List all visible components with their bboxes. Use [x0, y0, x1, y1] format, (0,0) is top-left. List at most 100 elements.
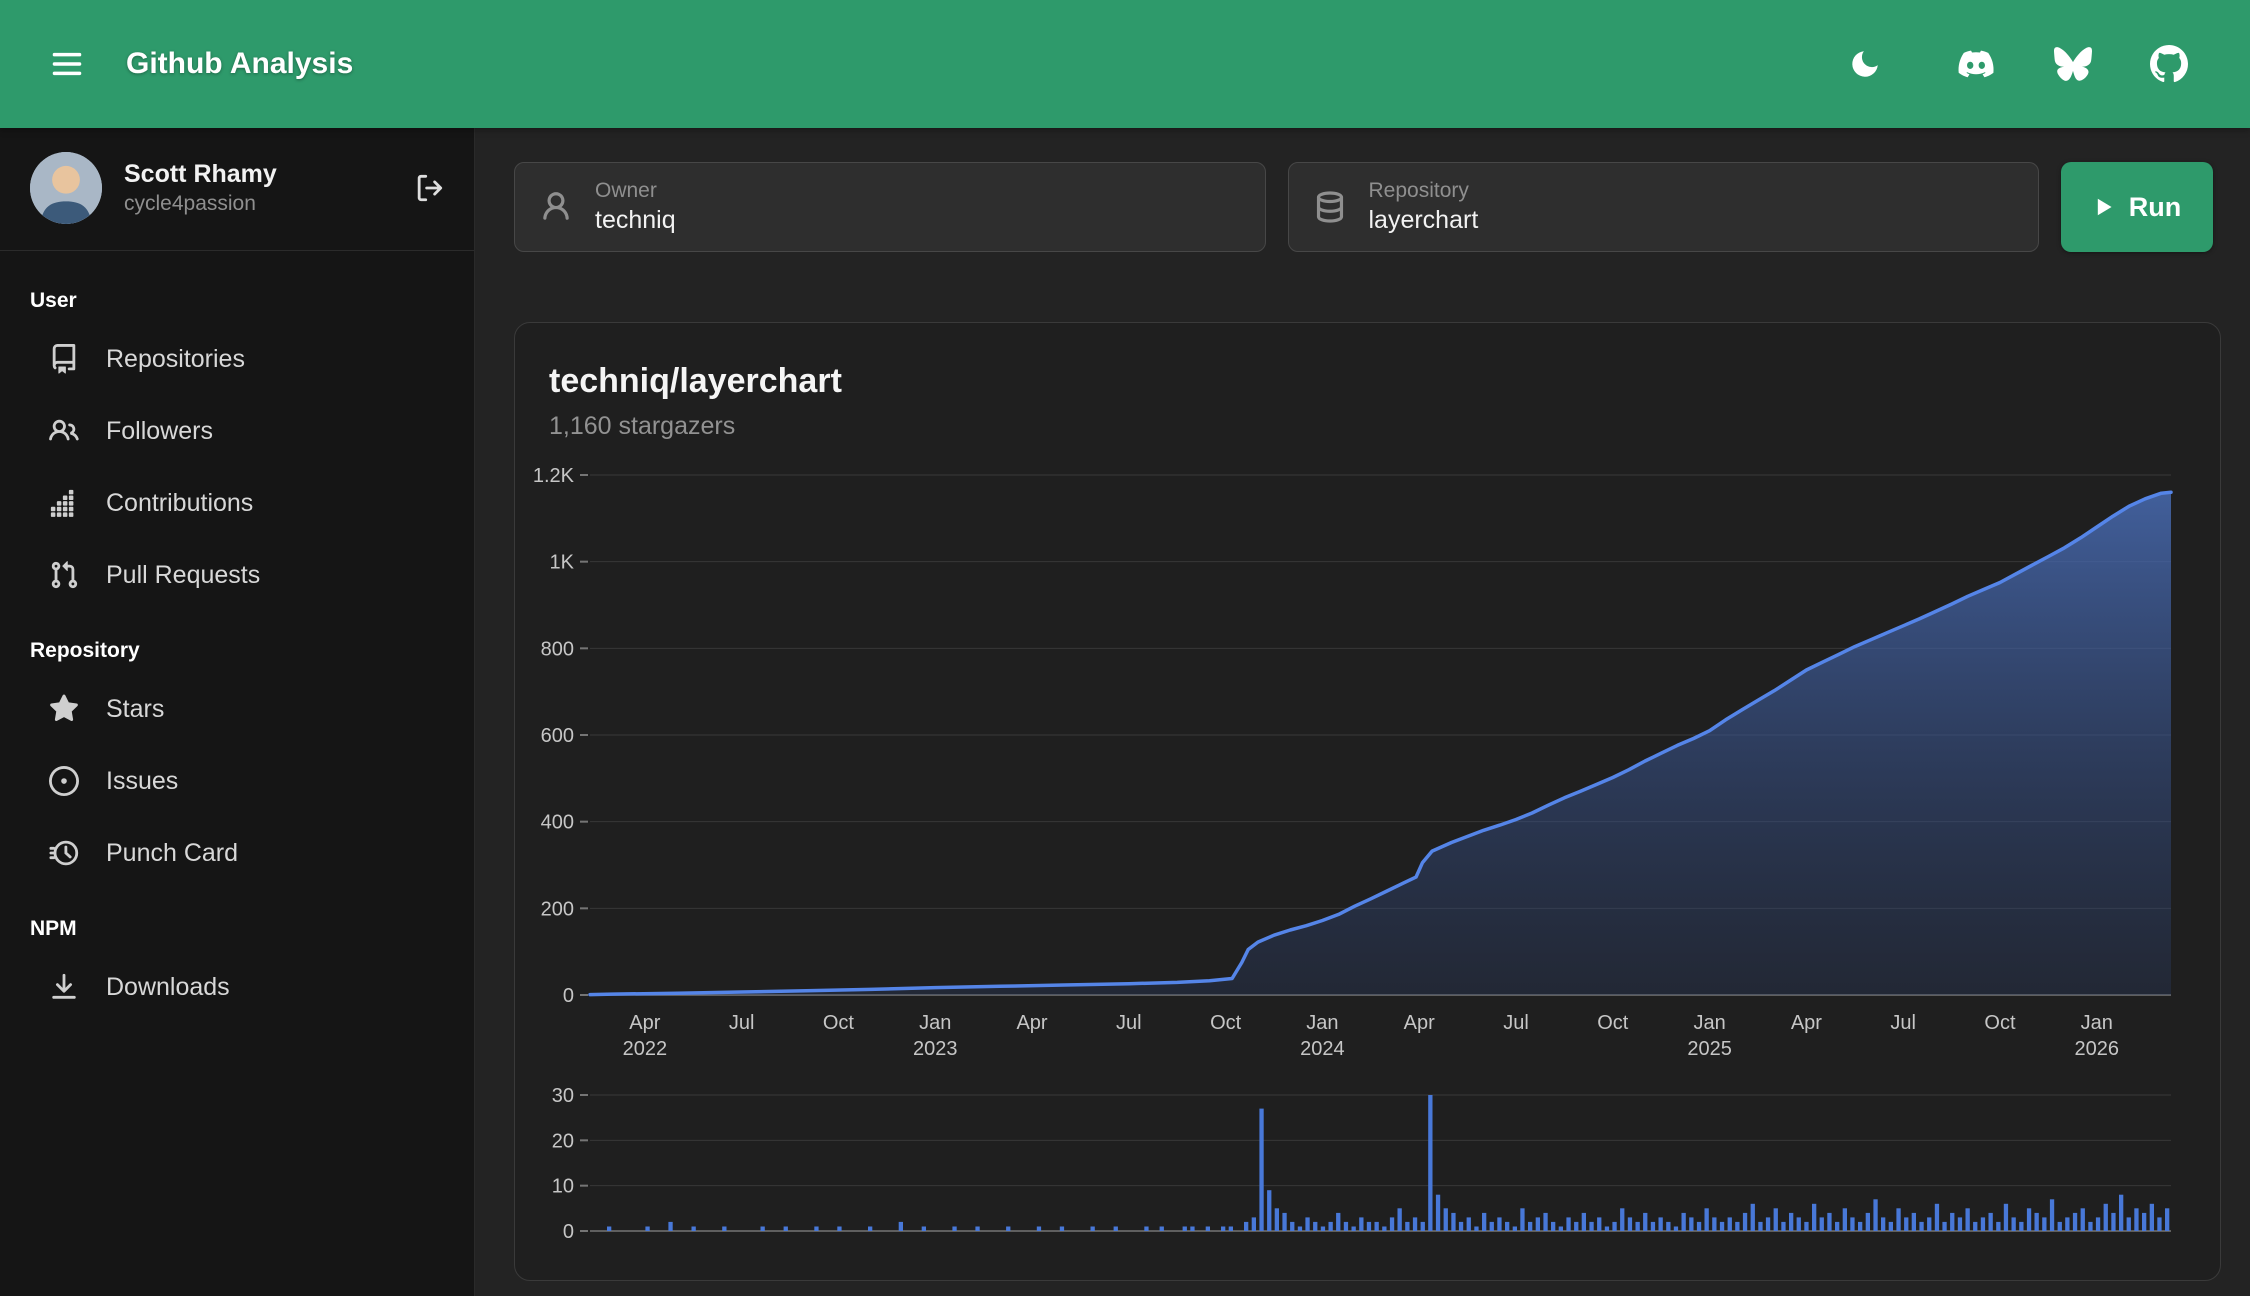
run-button-label: Run [2129, 192, 2181, 223]
svg-text:1K: 1K [550, 551, 575, 573]
sidebar-item-downloads[interactable]: Downloads [0, 951, 474, 1023]
sidebar-item-label: Stars [106, 695, 164, 724]
nav-section-user: User [0, 261, 474, 323]
card-subtitle: 1,160 stargazers [549, 412, 2174, 441]
repository-field-text: Repository layerchart [1369, 178, 1479, 236]
hamburger-icon [48, 45, 86, 83]
followers-icon [48, 416, 80, 446]
owner-field-text: Owner techniq [595, 178, 676, 236]
avatar [30, 152, 102, 224]
charts: 02004006008001K1.2KApr2022JulOctJan2023A… [515, 461, 2220, 1256]
bluesky-link[interactable] [2054, 45, 2092, 83]
nav-section-npm: NPM [0, 889, 474, 951]
pull-request-icon [48, 560, 80, 590]
sidebar-item-followers[interactable]: Followers [0, 395, 474, 467]
sidebar-item-repositories[interactable]: Repositories [0, 323, 474, 395]
svg-text:Apr: Apr [1404, 1012, 1435, 1034]
punch-card-icon [48, 838, 80, 868]
sidebar-item-label: Contributions [106, 489, 253, 518]
svg-text:Oct: Oct [1210, 1012, 1242, 1034]
repository-input[interactable]: Repository layerchart [1288, 162, 2040, 252]
download-icon [48, 972, 80, 1002]
sidebar: Scott Rhamy cycle4passion User Repositor… [0, 128, 475, 1296]
profile-name: Scott Rhamy [124, 159, 414, 190]
issue-icon [48, 766, 80, 796]
star-icon [48, 694, 80, 724]
svg-text:400: 400 [541, 811, 574, 833]
svg-text:Apr: Apr [629, 1012, 660, 1034]
sidebar-item-label: Punch Card [106, 839, 238, 868]
svg-text:Jul: Jul [729, 1012, 755, 1034]
repository-field-label: Repository [1369, 178, 1479, 203]
svg-text:2024: 2024 [1300, 1038, 1345, 1060]
svg-text:2025: 2025 [1687, 1038, 1732, 1060]
svg-text:Jan: Jan [1693, 1012, 1725, 1034]
svg-text:Jan: Jan [919, 1012, 951, 1034]
butterfly-icon [2054, 45, 2092, 83]
svg-text:Oct: Oct [1597, 1012, 1629, 1034]
discord-link[interactable] [1956, 44, 1996, 84]
svg-text:Jan: Jan [2081, 1012, 2113, 1034]
sidebar-item-label: Pull Requests [106, 561, 260, 590]
sign-out-icon [414, 173, 444, 203]
profile-username: cycle4passion [124, 190, 414, 217]
owner-field-value: techniq [595, 205, 676, 236]
svg-text:2026: 2026 [2075, 1038, 2120, 1060]
svg-text:20: 20 [552, 1130, 574, 1152]
repository-field-value: layerchart [1369, 205, 1479, 236]
dark-mode-toggle[interactable] [1848, 47, 1882, 81]
svg-text:1.2K: 1.2K [533, 465, 575, 487]
person-icon [539, 190, 573, 224]
svg-text:0: 0 [563, 985, 574, 1007]
svg-text:2022: 2022 [623, 1038, 668, 1060]
profile-text: Scott Rhamy cycle4passion [124, 159, 414, 218]
sidebar-item-label: Issues [106, 767, 178, 796]
discord-icon [1956, 44, 1996, 84]
svg-text:Jul: Jul [1503, 1012, 1529, 1034]
owner-input[interactable]: Owner techniq [514, 162, 1266, 252]
play-icon [2093, 196, 2115, 218]
sidebar-item-issues[interactable]: Issues [0, 745, 474, 817]
github-icon [2150, 45, 2188, 83]
owner-field-label: Owner [595, 178, 676, 203]
moon-icon [1848, 47, 1882, 81]
menu-button[interactable] [48, 45, 86, 83]
profile-card: Scott Rhamy cycle4passion [0, 128, 474, 251]
card-title: techniq/layerchart [549, 361, 2174, 402]
sidebar-item-punch-card[interactable]: Punch Card [0, 817, 474, 889]
sidebar-item-label: Followers [106, 417, 213, 446]
stargazers-card: techniq/layerchart 1,160 stargazers 0200… [514, 322, 2221, 1281]
svg-text:Apr: Apr [1791, 1012, 1822, 1034]
svg-text:Jan: Jan [1306, 1012, 1338, 1034]
run-button[interactable]: Run [2061, 162, 2213, 252]
sidebar-item-pull-requests[interactable]: Pull Requests [0, 539, 474, 611]
svg-text:Jul: Jul [1116, 1012, 1142, 1034]
stargazers-area-chart: 0 200 400 600 800 1K 1.2K Apr 2022 Jul Oct Jan 2023 A… [515, 461, 2220, 1081]
svg-text:0: 0 [563, 1221, 574, 1243]
sidebar-item-contributions[interactable]: Contributions [0, 467, 474, 539]
svg-text:200: 200 [541, 898, 574, 920]
svg-text:30: 30 [552, 1085, 574, 1107]
svg-text:Jul: Jul [1890, 1012, 1916, 1034]
svg-text:Oct: Oct [1984, 1012, 2016, 1034]
svg-text:Apr: Apr [1016, 1012, 1047, 1034]
toolbar: Owner techniq Repository layerchart Run [514, 162, 2213, 252]
repo-icon [48, 344, 80, 374]
sidebar-item-label: Repositories [106, 345, 245, 374]
main-content: Owner techniq Repository layerchart Run [475, 128, 2250, 1296]
sign-out-button[interactable] [414, 173, 444, 203]
header-actions [1848, 44, 2188, 84]
github-link[interactable] [2150, 45, 2188, 83]
stars-per-week-bar-chart: 0 10 20 30 [515, 1081, 2220, 1256]
svg-text:10: 10 [552, 1175, 574, 1197]
svg-text:600: 600 [541, 725, 574, 747]
svg-text:800: 800 [541, 638, 574, 660]
sidebar-nav: User Repositories Followers Cont [0, 251, 474, 1023]
sidebar-item-label: Downloads [106, 973, 230, 1002]
sidebar-item-stars[interactable]: Stars [0, 673, 474, 745]
database-icon [1313, 190, 1347, 224]
nav-section-repository: Repository [0, 611, 474, 673]
contributions-icon [48, 488, 80, 518]
svg-text:2023: 2023 [913, 1038, 958, 1060]
svg-text:Oct: Oct [823, 1012, 855, 1034]
